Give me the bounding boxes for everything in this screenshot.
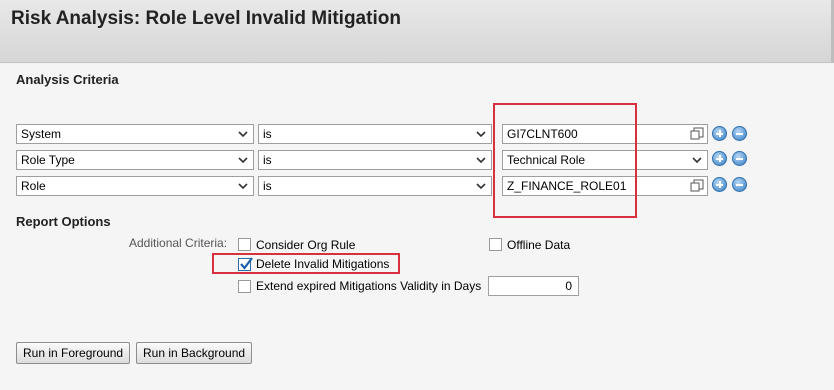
criteria-field-select-role[interactable]: Role xyxy=(16,176,254,196)
extend-expired-checkbox[interactable] xyxy=(238,280,251,293)
value-help-icon[interactable] xyxy=(690,127,704,141)
report-options-title: Report Options xyxy=(16,214,111,229)
criteria-operator-label: is xyxy=(263,127,272,141)
criteria-field-label: System xyxy=(21,127,62,141)
run-in-foreground-button[interactable]: Run in Foreground xyxy=(16,342,131,364)
chevron-down-icon xyxy=(238,183,248,190)
run-in-background-button[interactable]: Run in Background xyxy=(136,342,253,364)
chevron-down-icon xyxy=(238,131,248,138)
page-header: Risk Analysis: Role Level Invalid Mitiga… xyxy=(0,0,834,63)
chevron-down-icon xyxy=(238,157,248,164)
criteria-field-select-system[interactable]: System xyxy=(16,124,254,144)
offline-data-checkbox[interactable] xyxy=(489,238,502,251)
extend-expired-label: Extend expired Mitigations Validity in D… xyxy=(256,279,482,293)
value-help-icon[interactable] xyxy=(690,179,704,193)
consider-org-rule-label: Consider Org Rule xyxy=(256,238,356,252)
chevron-down-icon xyxy=(476,131,486,138)
add-row-button[interactable] xyxy=(712,126,727,141)
remove-row-button[interactable] xyxy=(732,151,747,166)
chevron-down-icon xyxy=(692,157,702,164)
add-row-button[interactable] xyxy=(712,177,727,192)
remove-row-button[interactable] xyxy=(732,126,747,141)
add-row-button[interactable] xyxy=(712,151,727,166)
page-title: Risk Analysis: Role Level Invalid Mitiga… xyxy=(11,8,401,29)
criteria-operator-label: is xyxy=(263,153,272,167)
criteria-field-label: Role xyxy=(21,179,46,193)
delete-mitigations-highlight-annotation xyxy=(212,253,400,274)
consider-org-rule-checkbox[interactable] xyxy=(238,238,251,251)
remove-row-button[interactable] xyxy=(732,177,747,192)
chevron-down-icon xyxy=(476,183,486,190)
criteria-operator-select-role-type[interactable]: is xyxy=(258,150,492,170)
value-highlight-annotation xyxy=(493,103,637,218)
criteria-operator-label: is xyxy=(263,179,272,193)
offline-data-label: Offline Data xyxy=(507,238,571,252)
criteria-operator-select-system[interactable]: is xyxy=(258,124,492,144)
analysis-criteria-title: Analysis Criteria xyxy=(16,72,119,87)
criteria-operator-select-role[interactable]: is xyxy=(258,176,492,196)
additional-criteria-label: Additional Criteria: xyxy=(129,236,228,250)
validity-days-input[interactable]: 0 xyxy=(488,276,579,296)
criteria-field-select-role-type[interactable]: Role Type xyxy=(16,150,254,170)
chevron-down-icon xyxy=(476,157,486,164)
criteria-field-label: Role Type xyxy=(21,153,75,167)
